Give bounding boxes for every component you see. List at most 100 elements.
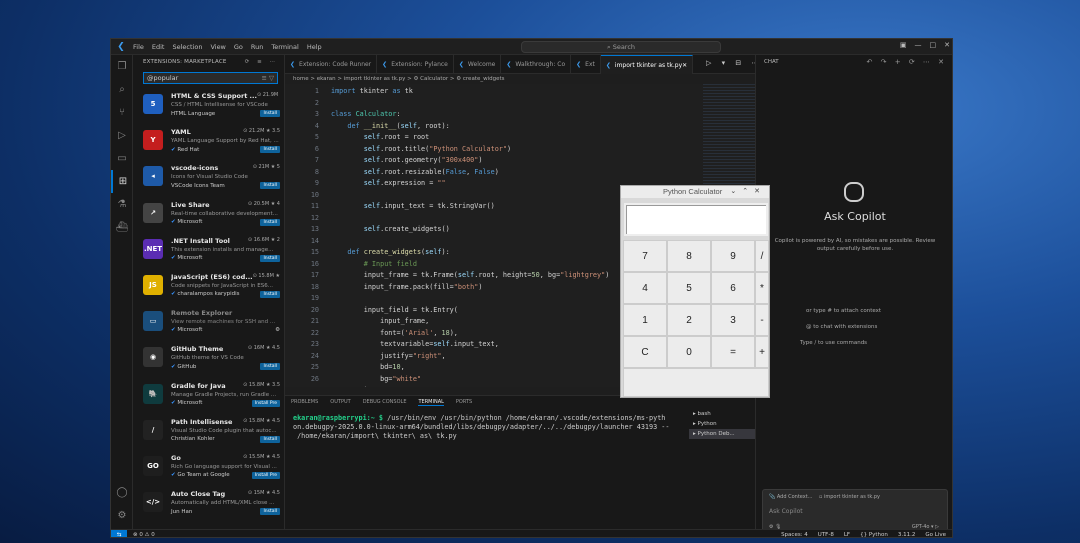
add-context-button[interactable]: 📎 Add Context... (769, 494, 812, 500)
extension-item[interactable]: ▭ Remote Explorer View remote machines for… (133, 305, 284, 341)
status-item[interactable]: Spaces: 4 (781, 532, 808, 538)
testing-icon[interactable]: ⚗ (111, 193, 133, 216)
source-control-icon[interactable]: ⑂ (111, 101, 133, 124)
extension-search-input[interactable]: @popular ≡ ▽ (143, 72, 278, 84)
extension-item[interactable]: GO Go ⊙ 15.5M ★ 4.5 Rich Go language suppor… (133, 450, 284, 486)
install-button[interactable]: Install (260, 110, 280, 117)
editor-actions[interactable]: ▷ ▾ ⊟ ⋯ (706, 59, 762, 67)
editor-tab[interactable]: ❮ Extension: Code Runner (285, 55, 378, 74)
extension-item[interactable]: ◉ GitHub Theme ⊙ 16M ★ 4.5 GitHub theme for… (133, 341, 284, 377)
panel-tab-problems[interactable]: PROBLEMS (291, 399, 318, 405)
remote-icon[interactable]: ▭ (111, 147, 133, 170)
menu-item-edit[interactable]: Edit (152, 43, 165, 51)
install-button[interactable]: Install Pre (251, 471, 280, 479)
extension-item[interactable]: ↗ Live Share ⊙ 20.5M ★ 4 Real-time collabor… (133, 197, 284, 233)
menu-item-run[interactable]: Run (251, 43, 263, 51)
status-item[interactable]: UTF-8 (818, 532, 834, 538)
calc-key[interactable]: 1 (623, 304, 667, 336)
minimize-icon[interactable]: — (915, 41, 922, 49)
remote-indicator[interactable]: ⇆ (111, 529, 127, 537)
calc-key[interactable]: 9 (711, 240, 755, 272)
docker-icon[interactable]: ⛴ (111, 216, 133, 239)
extension-item[interactable]: 5 HTML & CSS Support ...⊙ 21.9M ★ 4 CSS / … (133, 88, 284, 124)
extension-item[interactable]: / Path Intellisense ⊙ 15.8M ★ 4.5 Visual St… (133, 414, 284, 450)
extension-item[interactable]: JSJavaScript (ES6) cod...⊙ 15.8M ★ 5Code… (133, 269, 284, 305)
terminal-instance[interactable]: ▸ Python (689, 419, 755, 429)
status-item[interactable]: 3.11.2 (898, 532, 916, 538)
calc-key[interactable]: 0 (667, 336, 711, 368)
terminal-instance[interactable]: ▸ Python Deb... (689, 429, 755, 439)
menu-item-file[interactable]: File (133, 43, 144, 51)
status-item[interactable]: LF (844, 532, 850, 538)
menu-item-help[interactable]: Help (307, 43, 322, 51)
status-item[interactable]: Go Live (925, 532, 946, 538)
minimap[interactable] (703, 84, 755, 194)
calc-key[interactable]: * (755, 272, 769, 304)
calc-key[interactable]: 3 (711, 304, 755, 336)
sidebar-actions[interactable]: ⟳ ≡ ⋯ (245, 59, 278, 65)
install-button[interactable]: Install (260, 146, 280, 154)
gear-icon[interactable]: ⚙ (275, 327, 280, 333)
command-search[interactable]: ⌕ Search (521, 41, 721, 53)
file-chip[interactable]: ▫ import tkinter as tk.py (819, 494, 880, 500)
editor-tab[interactable]: ❮ Extension: Pylance (377, 55, 454, 74)
calculator-display[interactable] (624, 203, 768, 236)
extension-item[interactable]: ◂ vscode-icons ⊙ 21M ★ 5 Icons for Visual S… (133, 160, 284, 196)
extension-item[interactable]: .NET .NET Install Tool ⊙ 16.6M ★ 2 This ext… (133, 233, 284, 269)
calc-key[interactable]: 7 (623, 240, 667, 272)
panel-tab-debug-console[interactable]: DEBUG CONSOLE (363, 399, 407, 405)
calc-key[interactable]: 4 (623, 272, 667, 304)
files-icon[interactable]: ❐ (111, 55, 133, 78)
status-item[interactable]: {} Python (860, 532, 888, 538)
close-tab-icon[interactable]: ✕ (682, 62, 687, 69)
calc-key[interactable]: 2 (667, 304, 711, 336)
close-icon[interactable]: ✕ (944, 41, 950, 49)
breadcrumb[interactable]: home > ekaran > import tkinter as tk.py … (285, 74, 755, 84)
panel-tab-ports[interactable]: PORTS (456, 399, 472, 405)
search-icon[interactable]: ⌕ (111, 78, 133, 101)
calc-key[interactable]: + (755, 336, 769, 368)
extension-stats: ⊙ 15.8M ★ 3.5 (243, 381, 280, 388)
editor-tab[interactable]: ❮ import tkinter as tk.py ✕ (600, 55, 694, 74)
menu-item-go[interactable]: Go (234, 43, 243, 51)
panel-tab-output[interactable]: OUTPUT (330, 399, 350, 405)
install-button[interactable]: Install (260, 508, 280, 516)
install-button[interactable]: Install (260, 218, 280, 226)
extension-item[interactable]: </> Auto Close Tag ⊙ 15M ★ 4.5 Automaticall… (133, 486, 284, 522)
run-debug-icon[interactable]: ▷ (111, 124, 133, 147)
menu-item-terminal[interactable]: Terminal (271, 43, 298, 51)
install-button[interactable]: Install (260, 363, 280, 371)
extensions-icon[interactable]: ⊞ (111, 170, 133, 193)
calc-key[interactable]: 6 (711, 272, 755, 304)
extension-item[interactable]: 🐘 Gradle for Java ⊙ 15.8M ★ 3.5 Manage Grad… (133, 378, 284, 414)
calc-key[interactable]: 8 (667, 240, 711, 272)
problems-count[interactable]: ⊗ 0 ⚠ 0 (133, 532, 155, 538)
account-icon[interactable]: ◯ (111, 481, 133, 504)
editor-tab[interactable]: ❮ Welcome (454, 55, 502, 74)
extension-item[interactable]: Y YAML ⊙ 21.2M ★ 3.5 YAML Language Support … (133, 124, 284, 160)
terminal-instance[interactable]: ▸ bash (689, 409, 755, 419)
filter-icon[interactable]: ≡ ▽ (261, 73, 274, 83)
menu-item-view[interactable]: View (210, 43, 225, 51)
calc-key[interactable]: = (711, 336, 755, 368)
calc-key[interactable]: C (623, 336, 667, 368)
menu-item-selection[interactable]: Selection (172, 43, 202, 51)
copilot-input[interactable]: Ask Copilot (769, 508, 803, 515)
layout-icon[interactable]: ▣ (900, 41, 907, 49)
editor-tab[interactable]: ❮ Ext (571, 55, 601, 74)
chat-actions[interactable]: ↶ ↷ + ⟳ ⋯ ✕ (867, 58, 947, 66)
calc-key[interactable]: - (755, 304, 769, 336)
terminal-output[interactable]: ekaran@raspberrypi:~ $ /usr/bin/env /usr… (285, 408, 683, 447)
install-button[interactable]: Install (260, 435, 280, 443)
install-button[interactable]: Install (260, 254, 280, 262)
calc-window-controls[interactable]: ⌄⌃✕ (730, 186, 766, 198)
gear-icon[interactable]: ⚙ (111, 504, 133, 527)
maximize-icon[interactable]: □ (930, 41, 937, 49)
install-button[interactable]: Install (260, 182, 280, 190)
calc-key[interactable]: / (755, 240, 769, 272)
panel-tab-terminal[interactable]: TERMINAL (418, 399, 444, 406)
editor-tab[interactable]: ❮ Walkthrough: Co (501, 55, 572, 74)
install-button[interactable]: Install Pre (251, 399, 280, 407)
install-button[interactable]: Install (260, 290, 280, 298)
calc-key[interactable]: 5 (667, 272, 711, 304)
